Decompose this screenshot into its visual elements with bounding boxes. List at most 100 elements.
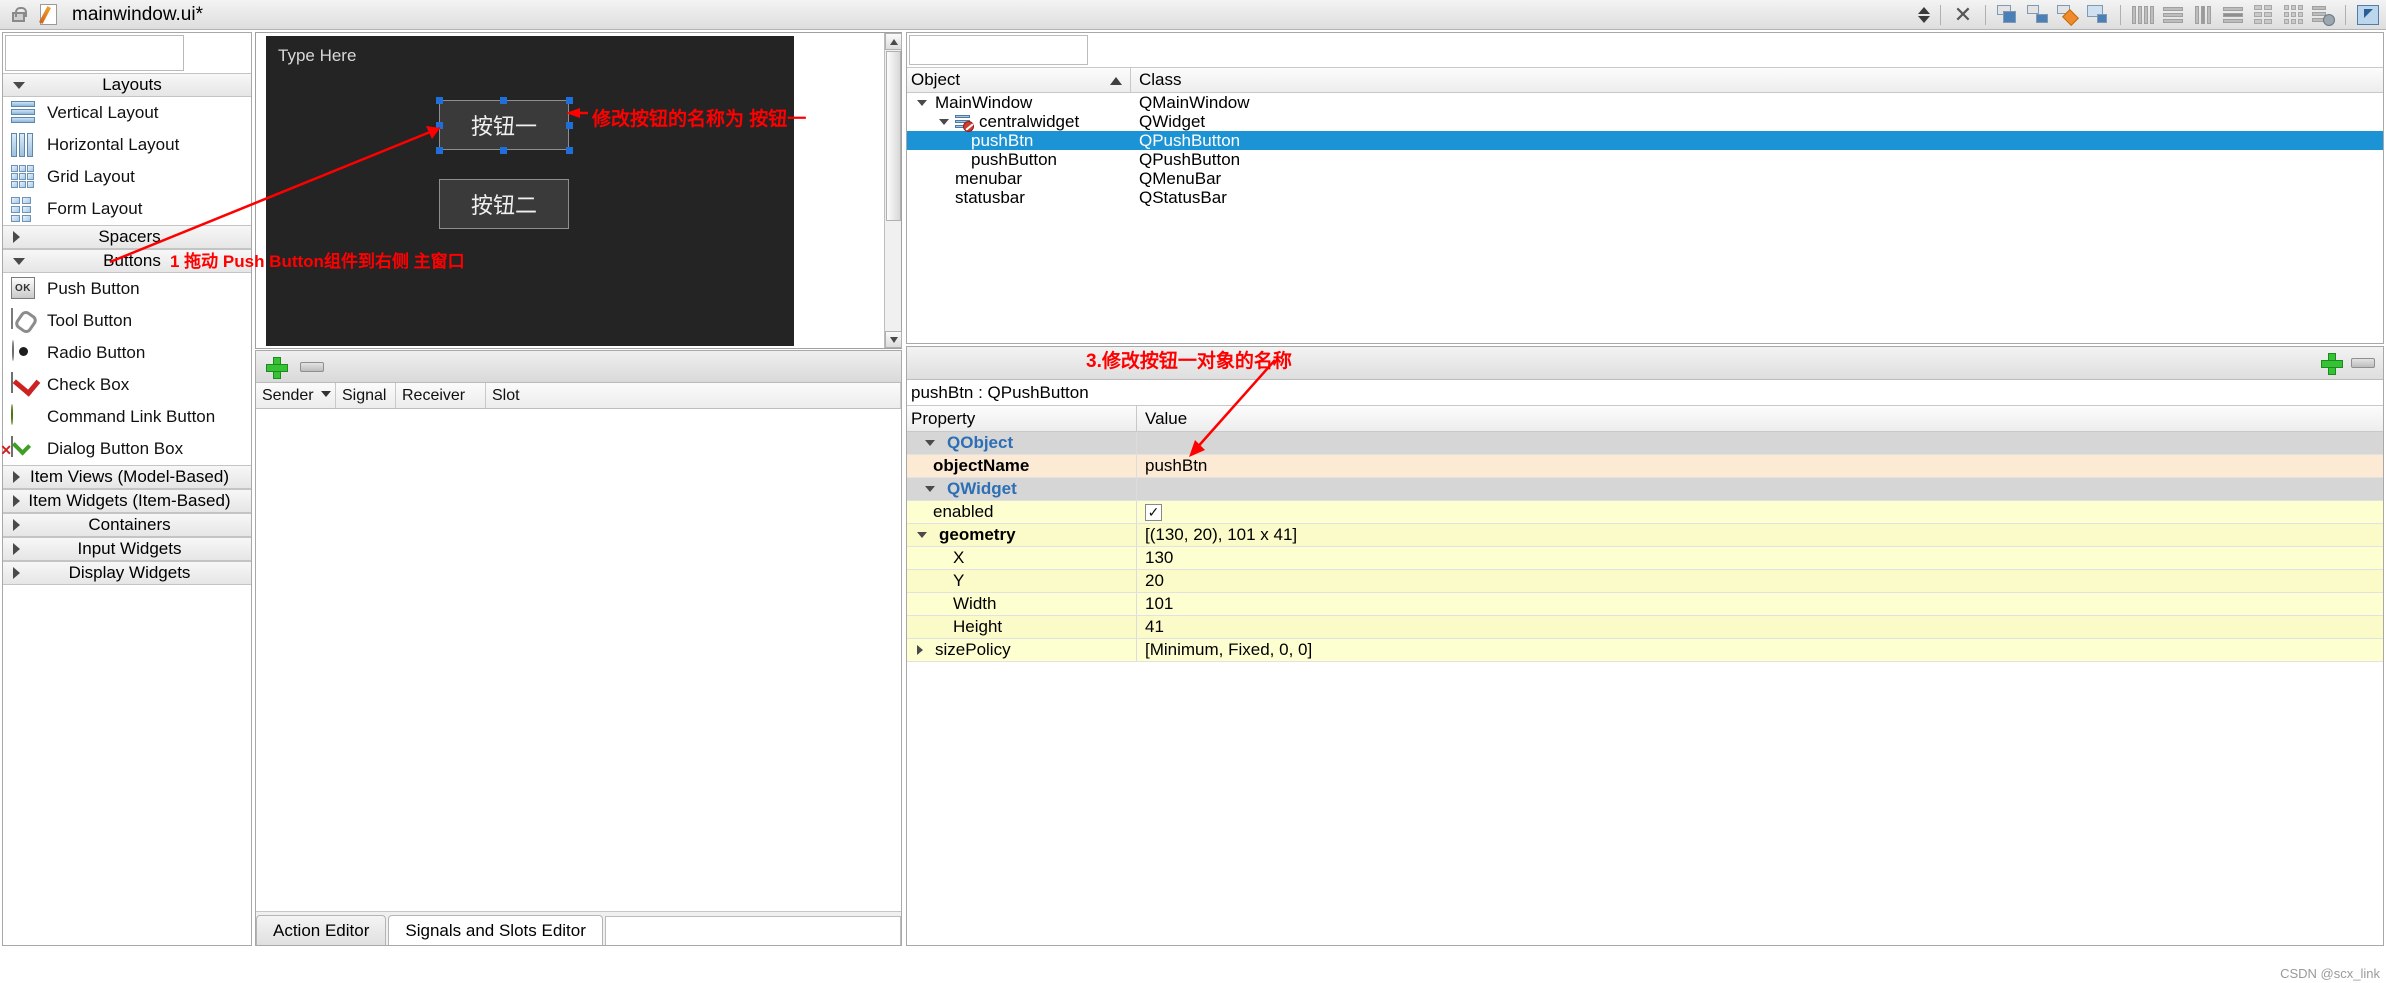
object-row-menubar[interactable]: menubar QMenuBar <box>907 169 2383 188</box>
property-row-x[interactable]: X 130 <box>907 547 2383 570</box>
property-value[interactable]: 130 <box>1137 547 2383 569</box>
property-row-height[interactable]: Height 41 <box>907 616 2383 639</box>
object-class: QWidget <box>1139 111 1206 131</box>
layout-vertically-icon[interactable] <box>2161 3 2185 27</box>
category-label: Input Widgets <box>77 539 182 558</box>
column-header-property[interactable]: Property <box>907 406 1137 431</box>
edit-widgets-icon[interactable] <box>1996 3 2020 27</box>
resize-handle[interactable] <box>566 147 573 154</box>
column-header-slot[interactable]: Slot <box>486 383 901 408</box>
layout-form-icon[interactable] <box>2251 3 2275 27</box>
column-header-class[interactable]: Class <box>1131 68 2383 92</box>
property-value[interactable]: [(130, 20), 101 x 41] <box>1137 524 2383 546</box>
object-row-mainwindow[interactable]: MainWindow QMainWindow <box>907 93 2383 112</box>
widget-box-category-spacers[interactable]: Spacers <box>3 225 251 249</box>
widget-item-vertical-layout[interactable]: Vertical Layout <box>3 97 251 129</box>
property-row-sizepolicy[interactable]: sizePolicy [Minimum, Fixed, 0, 0] <box>907 639 2383 662</box>
object-row-pushbutton[interactable]: pushButton QPushButton <box>907 150 2383 169</box>
scroll-up-icon[interactable] <box>885 33 902 50</box>
column-header-sender[interactable]: Sender <box>256 383 336 408</box>
central-widget-icon <box>955 114 974 132</box>
chevron-right-icon[interactable] <box>917 645 923 655</box>
close-icon[interactable]: ✕ <box>1951 3 1975 27</box>
enabled-checkbox[interactable]: ✓ <box>1145 503 1162 521</box>
object-row-pushbtn[interactable]: pushBtn QPushButton <box>907 131 2383 150</box>
property-row-geometry[interactable]: geometry [(130, 20), 101 x 41] <box>907 524 2383 547</box>
chevron-down-icon[interactable] <box>917 99 927 106</box>
widget-item-radio-button[interactable]: Radio Button <box>3 337 251 369</box>
tab-signals-slots-editor[interactable]: Signals and Slots Editor <box>388 915 603 945</box>
spinner-updown-icon[interactable] <box>1918 6 1930 23</box>
resize-handle[interactable] <box>500 97 507 104</box>
property-row-objectname[interactable]: objectName pushBtn <box>907 455 2383 478</box>
widget-item-form-layout[interactable]: Form Layout <box>3 193 251 225</box>
property-value[interactable]: 41 <box>1137 616 2383 638</box>
form-canvas[interactable]: Type Here 按钮一 按钮二 <box>266 36 794 346</box>
edit-buddies-icon[interactable] <box>2056 3 2080 27</box>
property-row-enabled[interactable]: enabled ✓ <box>907 501 2383 524</box>
widget-item-horizontal-layout[interactable]: Horizontal Layout <box>3 129 251 161</box>
form-button-one[interactable]: 按钮一 <box>439 100 569 150</box>
remove-connection-icon[interactable] <box>300 361 324 372</box>
resize-handle[interactable] <box>436 97 443 104</box>
break-layout-icon[interactable] <box>2311 3 2335 27</box>
tab-action-editor[interactable]: Action Editor <box>256 915 387 945</box>
remove-dynamic-property-icon[interactable] <box>2351 358 2375 368</box>
edit-tab-order-icon[interactable] <box>2086 3 2110 27</box>
property-row-y[interactable]: Y 20 <box>907 570 2383 593</box>
chevron-down-icon <box>13 81 25 89</box>
edit-file-icon[interactable] <box>36 3 60 27</box>
widget-box-category-item-widgets[interactable]: Item Widgets (Item-Based) <box>3 489 251 513</box>
form-button-two[interactable]: 按钮二 <box>439 179 569 229</box>
resize-handle[interactable] <box>436 147 443 154</box>
property-value[interactable]: 20 <box>1137 570 2383 592</box>
column-header-object[interactable]: Object <box>907 68 1131 92</box>
widget-box-category-layouts[interactable]: Layouts <box>3 73 251 97</box>
widget-item-tool-button[interactable]: Tool Button <box>3 305 251 337</box>
widget-box-category-item-views[interactable]: Item Views (Model-Based) <box>3 465 251 489</box>
resize-handle[interactable] <box>566 122 573 129</box>
form-vertical-scrollbar[interactable] <box>884 33 902 348</box>
widget-box-category-display-widgets[interactable]: Display Widgets <box>3 561 251 585</box>
property-value[interactable]: 101 <box>1137 593 2383 615</box>
widget-item-dialog-button-box[interactable]: Dialog Button Box <box>3 433 251 465</box>
column-header-value[interactable]: Value <box>1137 406 2383 431</box>
resize-handle[interactable] <box>566 97 573 104</box>
property-value[interactable]: pushBtn <box>1137 455 2383 477</box>
resize-handle[interactable] <box>436 122 443 129</box>
property-group-qobject[interactable]: QObject <box>907 432 2383 455</box>
adjust-size-icon[interactable] <box>2356 3 2380 27</box>
chevron-down-icon[interactable] <box>939 118 949 125</box>
widget-item-check-box[interactable]: Check Box <box>3 369 251 401</box>
widget-box-search-input[interactable] <box>5 35 184 71</box>
property-group-qwidget[interactable]: QWidget <box>907 478 2383 501</box>
scroll-down-icon[interactable] <box>885 331 902 348</box>
edit-signals-slots-icon[interactable] <box>2026 3 2050 27</box>
resize-handle[interactable] <box>500 147 507 154</box>
layout-horizontally-icon[interactable] <box>2131 3 2155 27</box>
scrollbar-thumb[interactable] <box>886 51 901 221</box>
menubar-type-here[interactable]: Type Here <box>278 46 356 66</box>
column-header-signal[interactable]: Signal <box>336 383 396 408</box>
category-label: Containers <box>88 515 171 534</box>
object-inspector-filter-input[interactable] <box>909 35 1088 65</box>
widget-box-category-input-widgets[interactable]: Input Widgets <box>3 537 251 561</box>
object-row-centralwidget[interactable]: centralwidget QWidget <box>907 111 2383 132</box>
column-header-receiver[interactable]: Receiver <box>396 383 486 408</box>
property-value[interactable]: [Minimum, Fixed, 0, 0] <box>1137 639 2383 661</box>
layout-horizontally-splitter-icon[interactable] <box>2191 3 2215 27</box>
widget-item-grid-layout[interactable]: Grid Layout <box>3 161 251 193</box>
object-row-statusbar[interactable]: statusbar QStatusBar <box>907 188 2383 207</box>
add-connection-icon[interactable] <box>266 356 288 379</box>
layout-vertically-splitter-icon[interactable] <box>2221 3 2245 27</box>
layout-grid-icon[interactable] <box>2281 3 2305 27</box>
lock-icon[interactable] <box>6 3 30 27</box>
chevron-down-icon[interactable] <box>917 532 927 538</box>
widget-box-category-buttons[interactable]: Buttons <box>3 249 251 273</box>
property-row-width[interactable]: Width 101 <box>907 593 2383 616</box>
signals-table-body[interactable] <box>256 409 901 894</box>
add-dynamic-property-icon[interactable] <box>2321 353 2343 375</box>
widget-box-category-containers[interactable]: Containers <box>3 513 251 537</box>
widget-item-command-link-button[interactable]: Command Link Button <box>3 401 251 433</box>
widget-item-push-button[interactable]: OK Push Button <box>3 273 251 305</box>
